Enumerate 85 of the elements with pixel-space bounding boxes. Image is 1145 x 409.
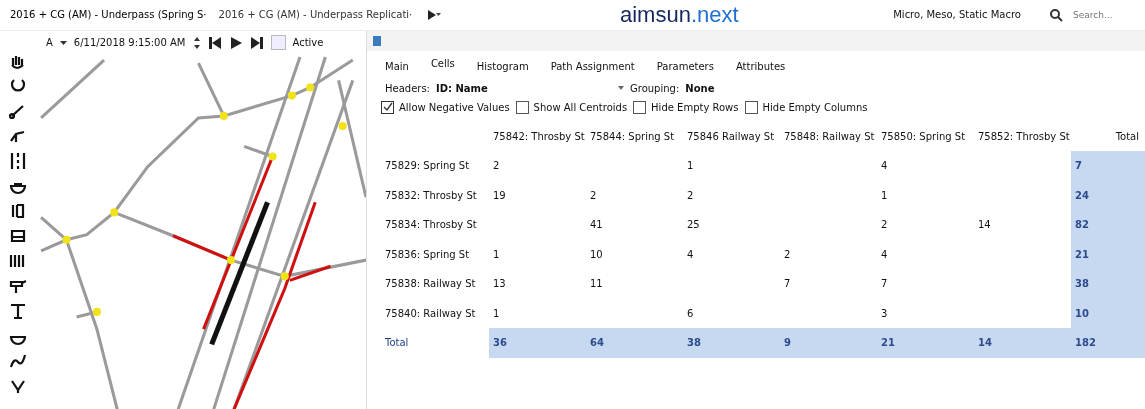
caret-icon[interactable] [618, 86, 624, 91]
grouping-dropdown[interactable]: None [685, 82, 715, 94]
total-cell: 9 [780, 328, 877, 358]
column-header: 75842: Throsby St [492, 129, 586, 144]
checkbox[interactable] [381, 100, 394, 114]
checkbox-label: Hide Empty Columns [762, 101, 868, 113]
logo: aimsun.next [619, 1, 740, 28]
headers-label: Headers: [385, 82, 430, 94]
table-cell: 1 [687, 160, 694, 172]
active-label: Active [292, 37, 324, 49]
total-cell: 10 [1071, 298, 1145, 329]
table-cell: 14 [978, 219, 991, 231]
column-header: 75846 Railway St [686, 129, 776, 144]
table-cell: 7 [784, 278, 791, 290]
table-cell: 4 [687, 248, 694, 260]
table-cell: 25 [687, 219, 700, 231]
checkbox[interactable] [515, 100, 529, 114]
total-cell: 82 [1071, 210, 1145, 240]
tab[interactable]: Parameters [656, 58, 714, 74]
headers-dropdown[interactable]: ID: Name [436, 82, 612, 94]
lane-icon[interactable] [8, 150, 28, 171]
total-cell: 21 [1071, 239, 1145, 270]
table-cell: 1 [881, 189, 888, 201]
total-cell: 38 [683, 328, 780, 358]
table-cell: 10 [590, 248, 603, 260]
total-cell: 7 [1071, 151, 1145, 181]
mode-dropdown[interactable]: Micro, Meso, Static Macro [889, 6, 1041, 24]
datetime-field[interactable]: 6/11/2018 9:15:00 AM [73, 37, 186, 49]
spinner-icon[interactable] [192, 35, 201, 50]
active-checkbox[interactable] [270, 35, 286, 51]
row-header: 75834: Throsby St [384, 218, 478, 233]
column-header: 75850: Spring St [880, 129, 967, 144]
search-icon [1049, 7, 1063, 22]
table-cell: 4 [881, 160, 888, 172]
play-icon[interactable] [228, 35, 243, 50]
checkbox[interactable] [744, 100, 758, 114]
column-header: 75852: Throsby St [977, 129, 1071, 144]
tab[interactable]: Attributes [735, 58, 786, 74]
total-cell: 24 [1071, 180, 1145, 211]
table-cell: 2 [687, 189, 694, 201]
checkbox[interactable] [633, 100, 647, 114]
matrix-icon [373, 35, 381, 46]
table-cell: 2 [881, 219, 888, 231]
grouping-label: Grouping: [630, 82, 680, 94]
tab[interactable]: Cells [430, 55, 455, 74]
table-cell: 6 [687, 307, 694, 319]
row-header: 75832: Throsby St [384, 188, 478, 203]
table-cell: 19 [493, 189, 506, 201]
column-header: 75844: Spring St [589, 129, 676, 144]
total-cell: 21 [877, 328, 974, 358]
table-cell: 1 [493, 248, 500, 260]
table-cell: 11 [590, 278, 603, 290]
table-cell: 13 [493, 278, 506, 290]
scenario-dropdown[interactable]: A [46, 37, 53, 49]
table-cell: 2 [590, 189, 597, 201]
total-cell: 14 [974, 328, 1071, 358]
row-header: 75829: Spring St [384, 159, 471, 174]
table-cell: 2 [784, 248, 791, 260]
column-header: 75848: Railway St [783, 129, 876, 144]
tab[interactable]: Histogram [476, 58, 529, 74]
row-header: 75836: Spring St [384, 247, 471, 262]
table-cell: 3 [881, 307, 888, 319]
tab[interactable]: Path Assignment [550, 58, 635, 74]
skip-forward-icon[interactable] [249, 35, 264, 50]
checkbox-label: Hide Empty Rows [651, 101, 739, 113]
tab[interactable]: Main [385, 58, 409, 74]
total-cell: 38 [1071, 269, 1145, 299]
column-header: Total [1114, 129, 1140, 144]
row-header: 75838: Railway St [384, 277, 477, 292]
total-cell: 36 [489, 328, 586, 358]
table-cell: 1 [493, 307, 500, 319]
scenario-tab[interactable]: 2016 + CG (AM) - Underpass Replicati· [218, 9, 413, 21]
table-cell: 41 [590, 219, 603, 231]
skip-back-icon[interactable] [207, 35, 222, 50]
checkbox-label: Allow Negative Values [399, 101, 510, 113]
row-header: 75840: Railway St [384, 306, 477, 321]
row-header: Total [384, 336, 410, 351]
checkbox-label: Show All Centroids [533, 101, 628, 113]
table-cell: 4 [881, 248, 888, 260]
scenario-tab[interactable]: 2016 + CG (AM) - Underpass (Spring S· [10, 9, 207, 21]
total-cell: 64 [586, 328, 683, 358]
table-cell: 2 [493, 160, 500, 172]
table-cell: 7 [881, 278, 888, 290]
total-cell: 182 [1071, 328, 1145, 358]
caret-icon[interactable] [59, 40, 67, 45]
